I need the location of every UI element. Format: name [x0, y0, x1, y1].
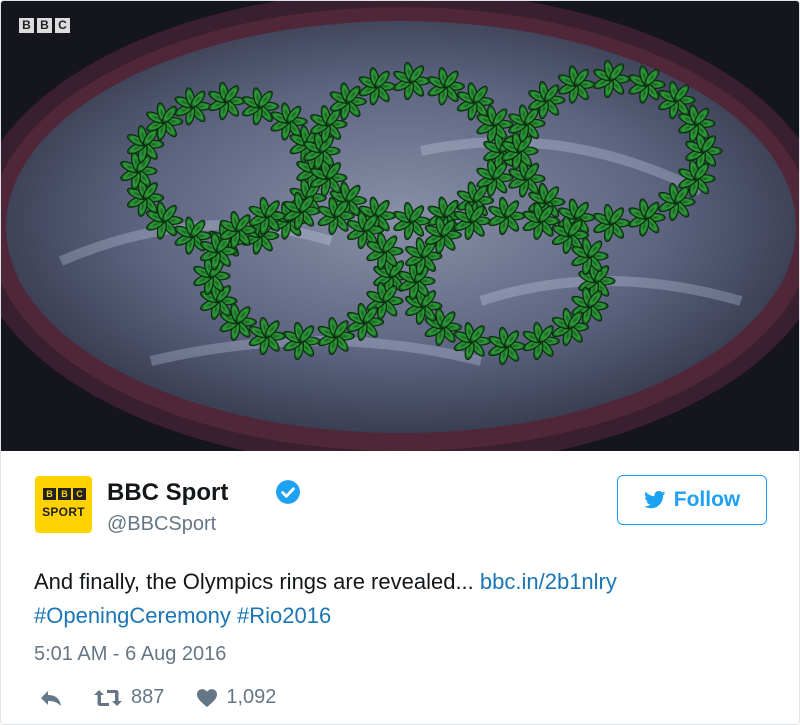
avatar-label: SPORT — [42, 505, 85, 519]
tweet-actions: 887 1,092 — [39, 686, 276, 709]
avatar-letter: C — [73, 488, 86, 500]
tweet-body: And finally, the Olympics rings are reve… — [34, 569, 480, 594]
user-handle[interactable]: @BBCSport — [107, 513, 216, 536]
heart-icon — [197, 688, 218, 707]
hashtag-link[interactable]: #OpeningCeremony — [34, 603, 231, 628]
display-name[interactable]: BBC Sport — [107, 479, 228, 507]
watermark-letter: B — [37, 18, 52, 33]
olympic-rings-palm-trees-image — [1, 1, 799, 451]
tweet-link[interactable]: bbc.in/2b1nlry — [480, 569, 617, 594]
tweet-card: B B C B B C SPORT BBC Sport @BBCSport Fo… — [0, 0, 800, 725]
tweet-timestamp[interactable]: 5:01 AM - 6 Aug 2016 — [34, 643, 226, 666]
avatar-letter: B — [58, 488, 71, 500]
like-button[interactable]: 1,092 — [196, 686, 276, 709]
retweet-icon — [94, 689, 122, 706]
tweet-header: B B C SPORT BBC Sport @BBCSport Follow — [33, 473, 769, 543]
watermark-letter: B — [19, 18, 34, 33]
retweet-count: 887 — [131, 686, 165, 708]
retweet-button[interactable]: 887 — [93, 686, 164, 709]
follow-button[interactable]: Follow — [617, 475, 767, 525]
reply-button[interactable] — [39, 688, 63, 708]
reply-icon — [41, 690, 61, 706]
tweet-media-image[interactable]: B B C — [1, 1, 799, 451]
like-count: 1,092 — [226, 686, 277, 708]
bird-icon — [643, 491, 666, 509]
follow-label: Follow — [673, 488, 741, 511]
bbc-watermark: B B C — [19, 18, 70, 33]
tweet-text: And finally, the Olympics rings are reve… — [34, 565, 774, 633]
avatar[interactable]: B B C SPORT — [35, 476, 92, 533]
avatar-logo: B B C — [43, 488, 86, 500]
avatar-letter: B — [43, 488, 56, 500]
watermark-letter: C — [55, 18, 70, 33]
verified-badge-icon — [276, 480, 300, 504]
hashtag-link[interactable]: #Rio2016 — [237, 603, 331, 628]
